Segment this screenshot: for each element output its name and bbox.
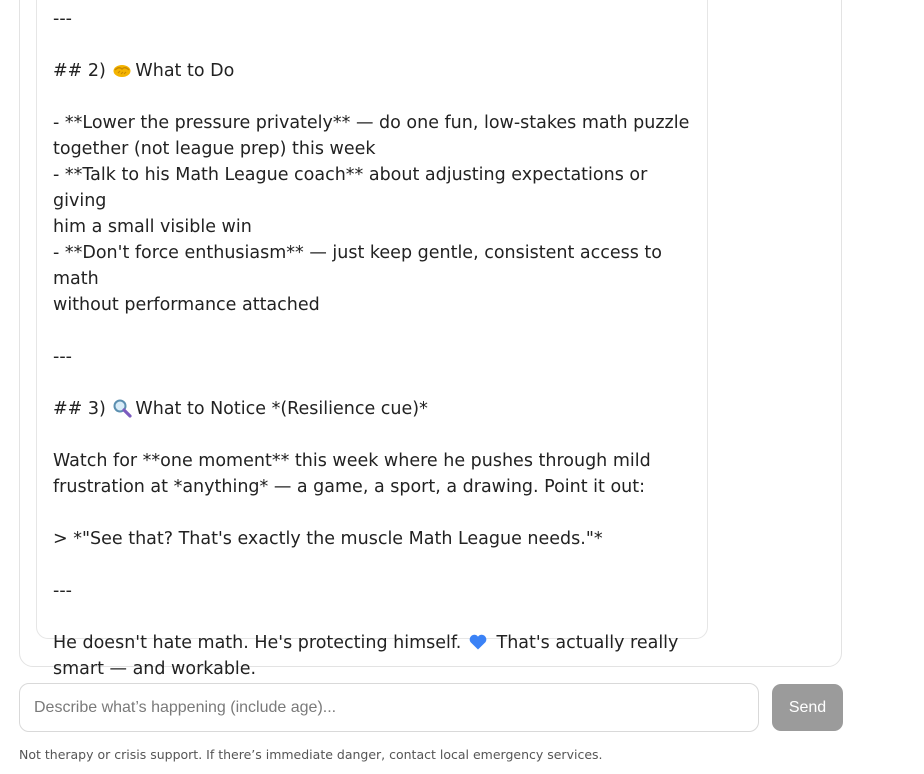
text-line: him a small visible win <box>53 217 252 237</box>
assistant-message: --- ## 2) What to Do - **Lower the press… <box>36 0 708 679</box>
message-input[interactable] <box>20 684 758 731</box>
text-line: - **Talk to his Math League coach** abou… <box>53 165 648 211</box>
text-line: Watch for **one moment** this week where… <box>53 451 651 471</box>
text-line: frustration at *anything* — a game, a sp… <box>53 477 646 497</box>
blue-heart-icon <box>469 634 487 650</box>
chat-panel: --- ## 2) What to Do - **Lower the press… <box>19 0 842 679</box>
section-3-heading: ## 3) What to Notice *(Resilience cue)* <box>53 399 428 419</box>
text-line: smart — and workable. <box>53 659 257 679</box>
message-input-box[interactable] <box>19 683 759 732</box>
text-line: without performance attached <box>53 295 320 315</box>
text-line: - **Don't force enthusiasm** — just keep… <box>53 243 662 289</box>
send-button[interactable]: Send <box>772 684 843 731</box>
section-2-heading: ## 2) What to Do <box>53 61 235 81</box>
handshake-icon <box>113 65 131 77</box>
divider-line: --- <box>53 581 72 601</box>
text-line: together (not league prep) this week <box>53 139 376 159</box>
text-line: - **Lower the pressure privately** — do … <box>53 113 690 133</box>
divider-line: --- <box>53 347 72 367</box>
closing-line: He doesn't hate math. He's protecting hi… <box>53 633 679 653</box>
disclaimer-text: Not therapy or crisis support. If there’… <box>19 747 603 762</box>
quote-line: > *"See that? That's exactly the muscle … <box>53 529 603 549</box>
magnifying-glass-icon <box>113 399 133 418</box>
divider-line: --- <box>53 9 72 29</box>
message-body: --- ## 2) What to Do - **Lower the press… <box>53 6 693 682</box>
